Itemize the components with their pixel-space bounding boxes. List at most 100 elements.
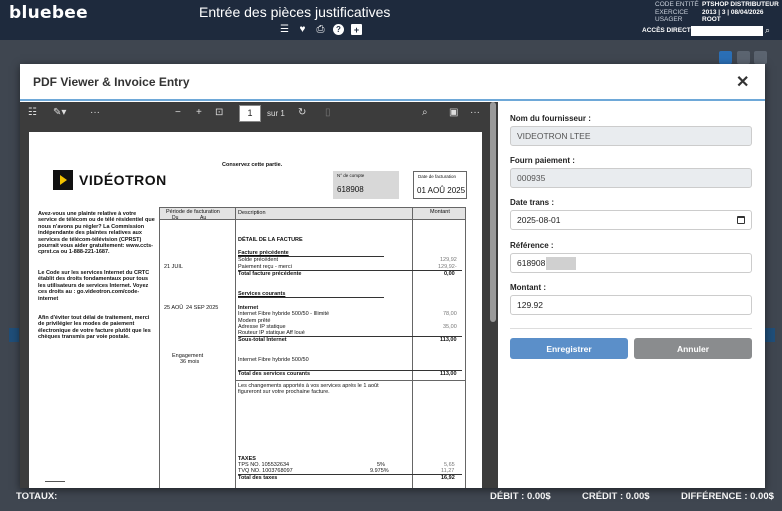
close-icon[interactable]: ✕ [736,72,749,92]
brand-name: VIDÉOTRON [79,172,167,188]
taxes-total: 16,92 [441,475,455,481]
zoom-in-icon[interactable]: + [196,107,202,118]
search-icon[interactable]: ⌕ [765,25,770,36]
highlight-icon[interactable]: ✎▾ [53,107,66,118]
taxes-total-label: Total des taxes [238,475,278,481]
supplier-label: Nom du fournisseur : [510,114,591,123]
divider [45,481,65,482]
meta-value: 2013 | 3 | 08/04/2026 [702,8,764,16]
credit-total: CRÉDIT : 0.00$ [582,491,650,502]
sidebar-toggle-icon[interactable]: ☷ [28,107,37,118]
column-divider [412,208,413,488]
list-icon[interactable]: ☰ [279,24,290,35]
period-au: 24 SEP 2025 [186,305,219,311]
col-description: Description [238,210,266,216]
invoice-table: Période de facturation Du Au Description… [159,207,466,488]
account-box: N° de compte 618908 [333,171,399,199]
page-view-icon[interactable]: ▯ [325,107,331,118]
fourn-paiement-label: Fourn paiement : [510,156,575,165]
app-logo[interactable]: bluebee [9,3,88,23]
changes-note: Les changements apportés à vos services … [238,383,379,396]
page-count: sur 1 [267,109,285,118]
period-du: 25 AOÛ [164,305,184,311]
header-toolbar: ☰ ♥ ⎙ ? + [279,24,362,35]
acces-direct-input[interactable] [691,26,763,36]
difference-total: DIFFÉRENCE : 0.00$ [681,491,774,502]
date-trans-value: 2025-08-01 [517,215,561,225]
print-icon[interactable]: ⎙ [315,24,326,35]
zoom-out-icon[interactable]: − [175,107,181,118]
page-number-input[interactable]: 1 [239,105,261,122]
more-icon[interactable]: ··· [470,107,480,118]
billing-date: 01 AOÛ 2025 [417,186,466,195]
more-icon[interactable]: ··· [90,107,100,118]
cancel-button[interactable]: Annuler [634,338,752,359]
meta-value: ROOT [702,16,721,23]
crtc-notice: Le Code sur les services Internet du CRT… [38,270,150,302]
toolbar-button[interactable] [737,51,750,64]
col-amount: Montant [430,209,450,215]
reference-field[interactable]: 618908 [510,253,752,273]
amount-field[interactable]: 129.92 [510,295,752,315]
date-label: Date de facturation [418,174,457,179]
acces-direct-label: ACCÈS DIRECT [642,27,691,34]
column-divider [235,208,236,488]
keep-notice: Conservez cette partie. [222,162,283,168]
search-icon[interactable]: ⌕ [422,107,428,118]
modal-title: PDF Viewer & Invoice Entry [33,75,190,89]
subtotal-label: Sous-total Internet [238,337,287,343]
heart-icon[interactable]: ♥ [297,24,308,35]
pdf-page: Conservez cette partie. VIDÉOTRON N° de … [29,132,482,488]
line-desc: Internet Fibre hybride 500/50 - Illimité [238,311,330,317]
background-row-marker [9,328,19,342]
current-total: 113,00 [440,371,457,377]
date-trans-label: Date trans : [510,198,555,207]
pdf-toolbar: ☷ ✎▾ ··· − + ⊡ 1 sur 1 ↻ ▯ ⌕ ▣ ··· [20,102,498,126]
page-title: Entrée des pièces justificatives [199,4,391,20]
save-icon[interactable]: ▣ [449,107,458,118]
calendar-icon[interactable] [737,216,745,224]
amount-label: Montant : [510,283,546,292]
line-amount: 35,00 [443,324,457,330]
session-info: CODE ENTITÉ PTSHOP DISTRIBUTEUR EXERCICE 2… [655,1,779,24]
col-au: Au [200,215,207,221]
meta-key: CODE ENTITÉ [655,1,699,8]
help-icon[interactable]: ? [333,24,344,35]
background-row-marker [765,328,775,342]
divider [236,380,465,381]
supplier-field[interactable]: VIDEOTRON LTEE [510,126,752,146]
reference-value: 618908 [517,258,546,268]
subtotal: 113,00 [440,337,457,343]
meta-value: PTSHOP DISTRIBUTEUR [702,1,779,8]
prev-total: 0,00 [444,271,455,277]
pdf-viewer: ☷ ✎▾ ··· − + ⊡ 1 sur 1 ↻ ▯ ⌕ ▣ ··· Conse… [20,102,498,488]
add-icon[interactable]: + [351,24,362,35]
totals-bar: TOTAUX: DÉBIT : 0.00$ CRÉDIT : 0.00$ DIF… [0,488,782,511]
invoice-entry-form: Nom du fournisseur : VIDEOTRON LTEE Four… [510,102,765,488]
date-trans-field[interactable]: 2025-08-01 [510,210,752,230]
toolbar-button[interactable] [754,51,767,64]
line-amount: 129,92 [440,257,457,263]
billing-date-box: Date de facturation 01 AOÛ 2025 [413,171,467,199]
videotron-logo [53,170,73,190]
debit-total: DÉBIT : 0.00$ [490,491,551,502]
prev-date: 21 JUIL [164,264,183,270]
account-label: N° de compte [337,173,365,178]
divider [238,297,384,298]
fit-page-icon[interactable]: ⊡ [215,107,223,118]
refresh-button[interactable] [719,51,732,64]
save-button[interactable]: Enregistrer [510,338,628,359]
payment-notice: Afin d'éviter tout délai de traitement, … [38,315,151,341]
col-du: Du [172,215,179,221]
pdf-scrollbar-thumb[interactable] [490,102,496,322]
reference-label: Référence : [510,241,554,250]
detail-title: DÉTAIL DE LA FACTURE [238,237,303,243]
app-header: bluebee Entrée des pièces justificatives… [0,0,782,40]
redacted-block [546,256,577,270]
fourn-paiement-field[interactable]: 000935 [510,168,752,188]
rotate-icon[interactable]: ↻ [298,107,306,118]
meta-key: USAGER [655,16,683,23]
current-total-label: Total des services courants [238,371,311,377]
meta-key: EXERCICE [655,8,689,16]
prev-total-label: Total facture précédente [238,271,302,277]
